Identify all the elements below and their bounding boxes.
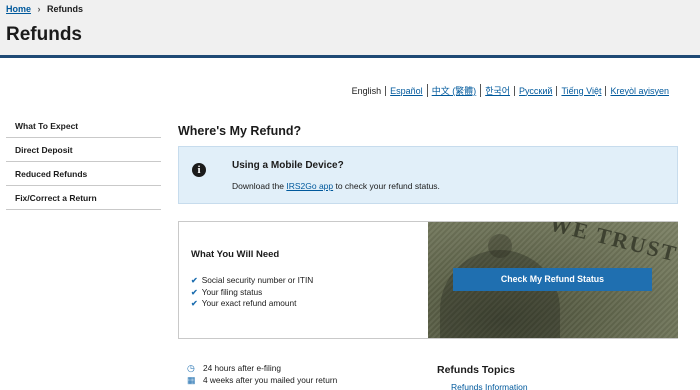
irs2go-app-link[interactable]: IRS2Go app [286, 181, 333, 191]
page-title: Refunds [6, 24, 82, 45]
what-you-need-card: What You Will Need ✔ Social security numb… [178, 221, 678, 339]
breadcrumb-current: Refunds [47, 4, 84, 14]
check-refund-status-button[interactable]: Check My Refund Status [453, 268, 652, 291]
requirement-item: ✔ Your filing status [191, 287, 313, 299]
clock-icon: ◷ [187, 363, 195, 373]
timeline-item: ▦ 4 weeks after you mailed your return [187, 374, 337, 386]
dollar-bill-image: WE TRUST Check My Refund Status [428, 222, 678, 338]
timeline-text: 24 hours after e-filing [203, 363, 281, 373]
mobile-alert-text: Download the IRS2Go app to check your re… [232, 181, 440, 191]
refunds-topics-title: Refunds Topics [437, 364, 515, 376]
checkmark-icon: ✔ [191, 276, 198, 285]
breadcrumb-chevron-icon: › [37, 4, 41, 14]
mobile-alert-title: Using a Mobile Device? [232, 160, 344, 171]
timeline-item: ◷ 24 hours after e-filing [187, 362, 337, 374]
requirement-text: Social security number or ITIN [201, 275, 314, 285]
requirement-item: ✔ Social security number or ITIN [191, 275, 313, 287]
page-header: Home › Refunds Refunds [0, 0, 700, 58]
sidenav-item-fix-correct-return[interactable]: Fix/Correct a Return [6, 186, 161, 210]
what-you-need-title: What You Will Need [191, 249, 280, 260]
requirement-text: Your filing status [201, 286, 263, 297]
language-selector: English Español 中文 (繁體) 한국어 Русский Tiến… [348, 84, 673, 97]
sidenav-item-reduced-refunds[interactable]: Reduced Refunds [6, 162, 161, 186]
sidenav-item-direct-deposit[interactable]: Direct Deposit [6, 138, 161, 162]
refunds-information-link[interactable]: Refunds Information [451, 382, 528, 390]
mobile-text-after: to check your refund status. [333, 181, 440, 191]
checkmark-icon: ✔ [191, 299, 198, 308]
lang-spanish-link[interactable]: Español [385, 85, 427, 96]
checkmark-icon: ✔ [191, 287, 198, 297]
lang-korean-link[interactable]: 한국어 [480, 84, 514, 97]
lang-vietnamese-link[interactable]: Tiếng Việt [556, 85, 605, 96]
refund-timeline: ◷ 24 hours after e-filing ▦ 4 weeks after … [187, 362, 337, 386]
calendar-icon: ▦ [187, 375, 196, 385]
sidenav-item-what-to-expect[interactable]: What To Expect [6, 114, 161, 138]
lang-chinese-link[interactable]: 中文 (繁體) [426, 84, 481, 97]
capitol-dome-top-image [488, 234, 512, 258]
mobile-text-before: Download the [232, 181, 287, 191]
info-icon: i [192, 163, 206, 177]
lang-english: English [351, 85, 382, 96]
lang-russian-link[interactable]: Русский [514, 85, 556, 96]
side-navigation: What To Expect Direct Deposit Reduced Re… [6, 114, 161, 210]
requirement-text: Your exact refund amount [201, 298, 297, 308]
breadcrumb-home-link[interactable]: Home [6, 4, 31, 14]
lang-haitian-creole-link[interactable]: Kreyòl ayisyen [605, 85, 673, 96]
breadcrumb: Home › Refunds [6, 4, 83, 14]
mobile-alert-box: i Using a Mobile Device? Download the IR… [178, 146, 678, 204]
requirement-item: ✔ Your exact refund amount [191, 298, 313, 310]
requirements-list: ✔ Social security number or ITIN ✔ Your fi… [191, 275, 313, 310]
section-title: Where's My Refund? [178, 124, 302, 138]
timeline-text: 4 weeks after you mailed your return [203, 375, 338, 385]
